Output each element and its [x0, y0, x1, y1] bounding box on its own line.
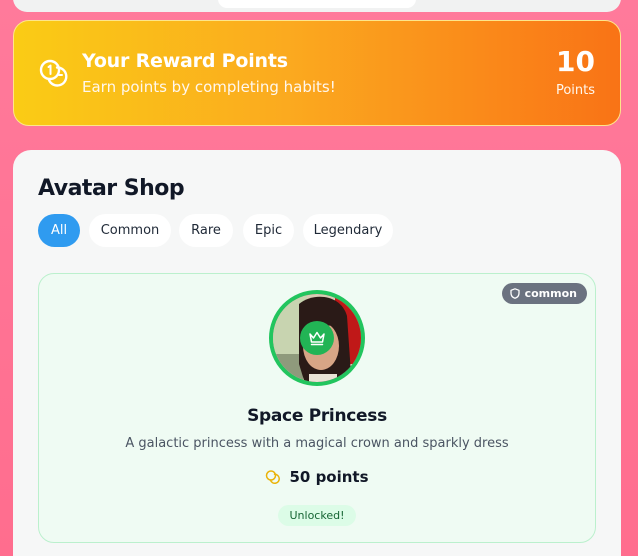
- crown-icon: [309, 331, 325, 346]
- avatar-description: A galactic princess with a magical crown…: [125, 436, 509, 451]
- top-tab-pill[interactable]: [218, 0, 416, 8]
- filter-rare-button[interactable]: Rare: [179, 214, 233, 247]
- avatar-name: Space Princess: [247, 406, 387, 426]
- reward-points-banner: Your Reward Points Earn points by comple…: [13, 20, 621, 126]
- coins-icon: [39, 59, 68, 87]
- previous-card: [13, 0, 621, 12]
- points-count: 10: [556, 45, 595, 78]
- price-text: 50 points: [289, 468, 369, 486]
- shield-icon: [509, 288, 520, 299]
- reward-points-title: Your Reward Points: [82, 50, 288, 72]
- filter-legendary-button[interactable]: Legendary: [303, 214, 393, 247]
- reward-points-subtitle: Earn points by completing habits!: [82, 78, 336, 96]
- coins-icon: [266, 470, 281, 485]
- filter-epic-button[interactable]: Epic: [243, 214, 294, 247]
- filter-all-button[interactable]: All: [38, 214, 80, 247]
- price-row: 50 points: [39, 468, 595, 486]
- crown-badge: [300, 321, 334, 355]
- rarity-badge: common: [501, 283, 587, 304]
- avatar-card[interactable]: common Space Princess A galactic princes…: [38, 273, 596, 543]
- rarity-label: common: [524, 287, 577, 300]
- filter-common-button[interactable]: Common: [89, 214, 171, 247]
- shop-title: Avatar Shop: [38, 176, 185, 201]
- unlocked-status-badge: Unlocked!: [278, 505, 356, 526]
- points-unit-label: Points: [555, 83, 595, 98]
- avatar-shop-panel: Avatar Shop All Common Rare Epic Legenda…: [13, 150, 621, 556]
